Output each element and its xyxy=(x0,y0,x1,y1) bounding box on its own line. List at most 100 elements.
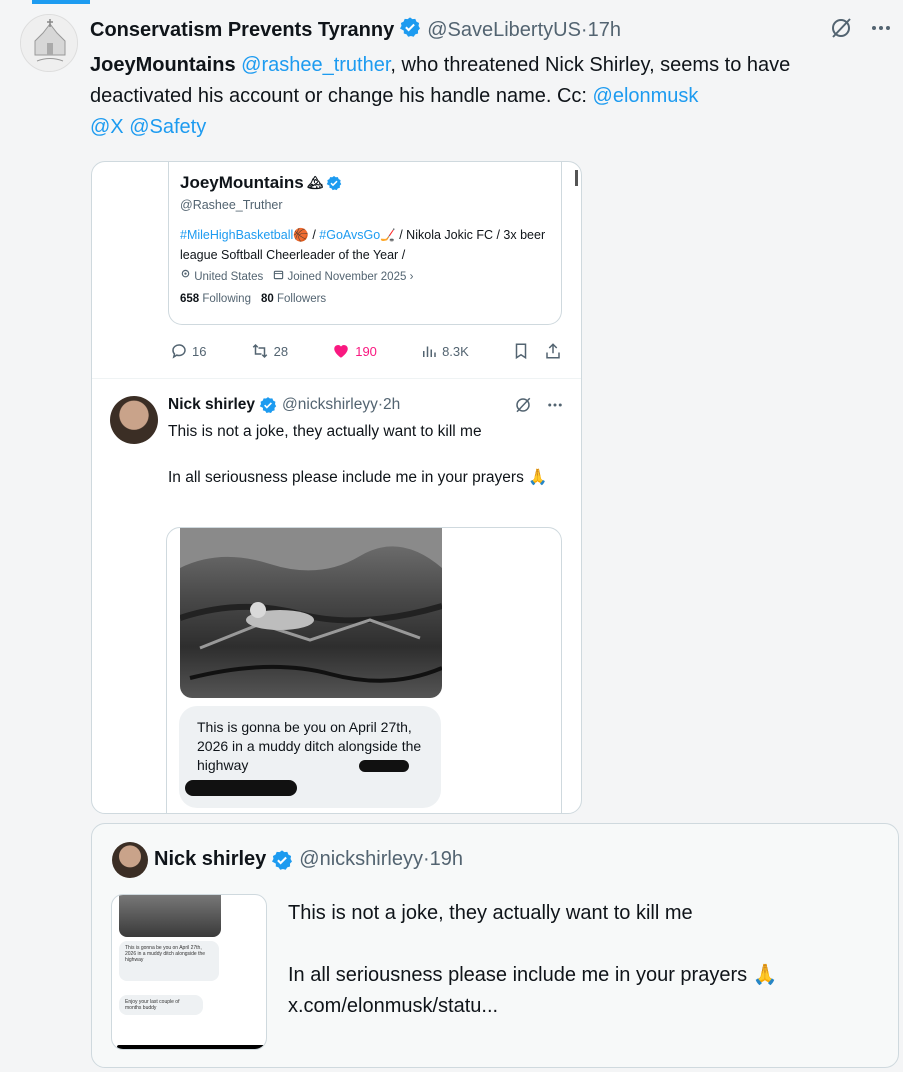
redaction-bar xyxy=(185,780,297,796)
grok-icon xyxy=(516,397,531,413)
profile-card: JoeyMountains 🏔 @Rashee_Truther #MileHig… xyxy=(168,162,562,325)
followers-count: 80 xyxy=(260,293,274,305)
reply-author-handle: @nickshirleyy xyxy=(282,396,378,413)
share-actions xyxy=(512,342,562,360)
thumb-bubble-2: Enjoy your last couple of months buddy xyxy=(119,995,203,1015)
author-avatar[interactable] xyxy=(20,14,78,72)
author-handle[interactable]: @SaveLibertyUS xyxy=(427,19,581,42)
verified-badge-icon xyxy=(272,849,293,870)
ditch-photo-image xyxy=(180,528,442,683)
follow-counts: 658 Following 80 Followers xyxy=(180,293,551,305)
profile-name-row: JoeyMountains 🏔 xyxy=(180,173,551,193)
profile-name: JoeyMountains xyxy=(180,173,304,192)
quoted-media-thumbnail[interactable]: This is gonna be you on April 27th, 2026… xyxy=(111,894,267,1050)
time-separator: · xyxy=(422,848,430,870)
divider xyxy=(92,378,581,379)
bio-hashtag-1: #MileHighBasketball xyxy=(180,228,294,242)
views-action: 8.3K xyxy=(420,342,469,360)
followers-label: Followers xyxy=(276,293,327,305)
attached-screenshot[interactable]: JoeyMountains 🏔 @Rashee_Truther #MileHig… xyxy=(91,161,582,814)
tweet-text: JoeyMountains @rashee_truther, who threa… xyxy=(90,50,890,143)
following-label: Following xyxy=(202,293,251,305)
reply-author-name: Nick shirley xyxy=(168,396,256,413)
reply-actions xyxy=(514,396,564,414)
reply-avatar xyxy=(110,396,158,444)
view-count: 8.3K xyxy=(442,343,469,359)
followers-count-row: 80 Followers xyxy=(261,293,326,305)
quoted-text: This is not a joke, they actually want t… xyxy=(288,898,888,1022)
bio-emoji-2: 🏒 xyxy=(380,228,396,242)
location-row: United States xyxy=(180,269,263,283)
reply-timestamp: 2h xyxy=(383,396,401,413)
verified-badge-icon xyxy=(326,176,342,191)
mention-elonmusk[interactable]: @elonmusk xyxy=(593,85,699,107)
quoted-avatar[interactable] xyxy=(112,842,148,878)
quoted-author-handle[interactable]: @nickshirleyy xyxy=(299,848,423,871)
grok-icon[interactable] xyxy=(829,16,853,40)
quoted-header: Nick shirley @nickshirleyy · 19h xyxy=(154,848,463,871)
joined-row: Joined November 2025 › xyxy=(273,269,413,283)
heart-filled-icon xyxy=(334,345,348,358)
mention-safety[interactable]: @Safety xyxy=(129,116,206,138)
bio-emoji-1: 🏀 xyxy=(293,228,309,242)
verified-badge-icon xyxy=(399,16,421,44)
repost-action: 28 xyxy=(250,342,288,360)
following-count: 658 xyxy=(180,293,200,305)
author-name[interactable]: Conservatism Prevents Tyranny xyxy=(90,19,394,42)
church-logo-icon xyxy=(21,15,77,71)
quoted-timestamp[interactable]: 19h xyxy=(430,848,463,871)
threat-message-bubble: This is gonna be you on April 27th, 2026… xyxy=(179,706,441,808)
reply-line-1: This is not a joke, they actually want t… xyxy=(168,423,482,440)
like-action: 190 xyxy=(331,342,377,360)
thumb-bottom-bar xyxy=(117,1045,265,1049)
timestamp[interactable]: 17h xyxy=(588,19,621,42)
more-options-icon[interactable] xyxy=(869,16,893,40)
views-chart-icon xyxy=(423,346,436,357)
pray-emoji: 🙏 xyxy=(528,469,548,486)
mention-rashee[interactable]: @rashee_truther xyxy=(241,54,390,76)
following-count-row: 658 Following xyxy=(180,293,251,305)
thumb-photo xyxy=(119,895,221,937)
mention-x[interactable]: @X xyxy=(90,116,124,138)
location: United States xyxy=(194,271,264,283)
engagement-bar: 16 28 190 8.3K xyxy=(170,342,562,360)
bio-hashtag-2: #GoAvsGo xyxy=(319,228,381,242)
repost-icon xyxy=(252,343,267,359)
location-pin-icon xyxy=(181,269,190,278)
mountain-emoji: 🏔 xyxy=(306,175,324,190)
quoted-line-2-row: In all seriousness please include me in … xyxy=(288,960,888,991)
media-photo xyxy=(180,528,442,698)
bio-separator: / xyxy=(308,228,320,242)
reply-action: 16 xyxy=(170,342,206,360)
quoted-line-2: In all seriousness please include me in … xyxy=(288,964,748,986)
repost-count: 28 xyxy=(273,343,289,359)
share-icon xyxy=(546,343,560,359)
reply-text: This is not a joke, they actually want t… xyxy=(168,420,558,490)
reply-header: Nick shirley @nickshirleyy · 2h xyxy=(168,396,564,414)
quoted-line-1: This is not a joke, they actually want t… xyxy=(288,902,693,924)
quoted-link[interactable]: x.com/elonmusk/statu... xyxy=(288,991,888,1022)
reply-line-2-row: In all seriousness please include me in … xyxy=(168,466,558,490)
bookmark-icon xyxy=(515,343,527,360)
tweet-header: Conservatism Prevents Tyranny @SaveLiber… xyxy=(90,16,893,44)
like-count: 190 xyxy=(355,343,377,359)
reply-count: 16 xyxy=(192,343,207,359)
thumb-bubble-1: This is gonna be you on April 27th, 2026… xyxy=(119,941,219,981)
pray-emoji: 🙏 xyxy=(752,964,778,986)
reply-icon xyxy=(172,344,186,359)
top-tab-indicator xyxy=(32,0,90,4)
scrollbar xyxy=(575,170,578,186)
media-card: This is gonna be you on April 27th, 2026… xyxy=(166,527,562,813)
more-options-icon xyxy=(548,403,562,407)
profile-handle: @Rashee_Truther xyxy=(180,198,283,212)
verified-badge-icon xyxy=(259,397,277,414)
joined-date: Joined November 2025 xyxy=(287,271,407,283)
header-actions xyxy=(829,16,893,40)
reply-line-2: In all seriousness please include me in … xyxy=(168,469,524,486)
quoted-author-name[interactable]: Nick shirley xyxy=(154,848,266,871)
time-separator: · xyxy=(580,18,588,41)
quoted-tweet[interactable]: Nick shirley @nickshirleyy · 19h This is… xyxy=(91,823,899,1068)
calendar-icon xyxy=(274,270,284,280)
profile-meta: United States Joined November 2025 › xyxy=(180,269,551,283)
profile-bio: #MileHighBasketball🏀 / #GoAvsGo🏒 / Nikol… xyxy=(180,225,551,265)
